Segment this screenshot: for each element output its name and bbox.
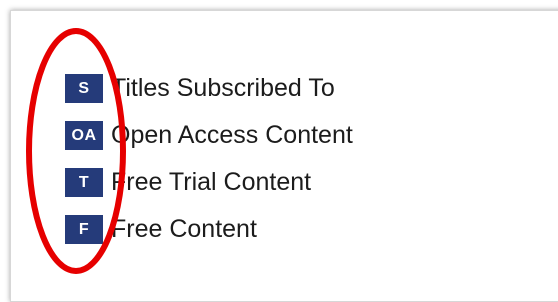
access-legend: S Titles Subscribed To OA Open Access Co… (65, 74, 353, 262)
free-badge-icon: F (65, 215, 103, 244)
subscribed-badge-icon: S (65, 74, 103, 103)
legend-label: Free Content (111, 215, 257, 243)
legend-item-subscribed: S Titles Subscribed To (65, 74, 353, 103)
legend-item-free-trial: T Free Trial Content (65, 168, 353, 197)
open-access-badge-icon: OA (65, 121, 103, 150)
free-trial-badge-icon: T (65, 168, 103, 197)
access-legend-panel: S Titles Subscribed To OA Open Access Co… (10, 10, 558, 302)
legend-label: Titles Subscribed To (111, 74, 335, 102)
legend-label: Open Access Content (111, 121, 353, 149)
legend-item-open-access: OA Open Access Content (65, 121, 353, 150)
legend-item-free: F Free Content (65, 215, 353, 244)
legend-label: Free Trial Content (111, 168, 312, 196)
